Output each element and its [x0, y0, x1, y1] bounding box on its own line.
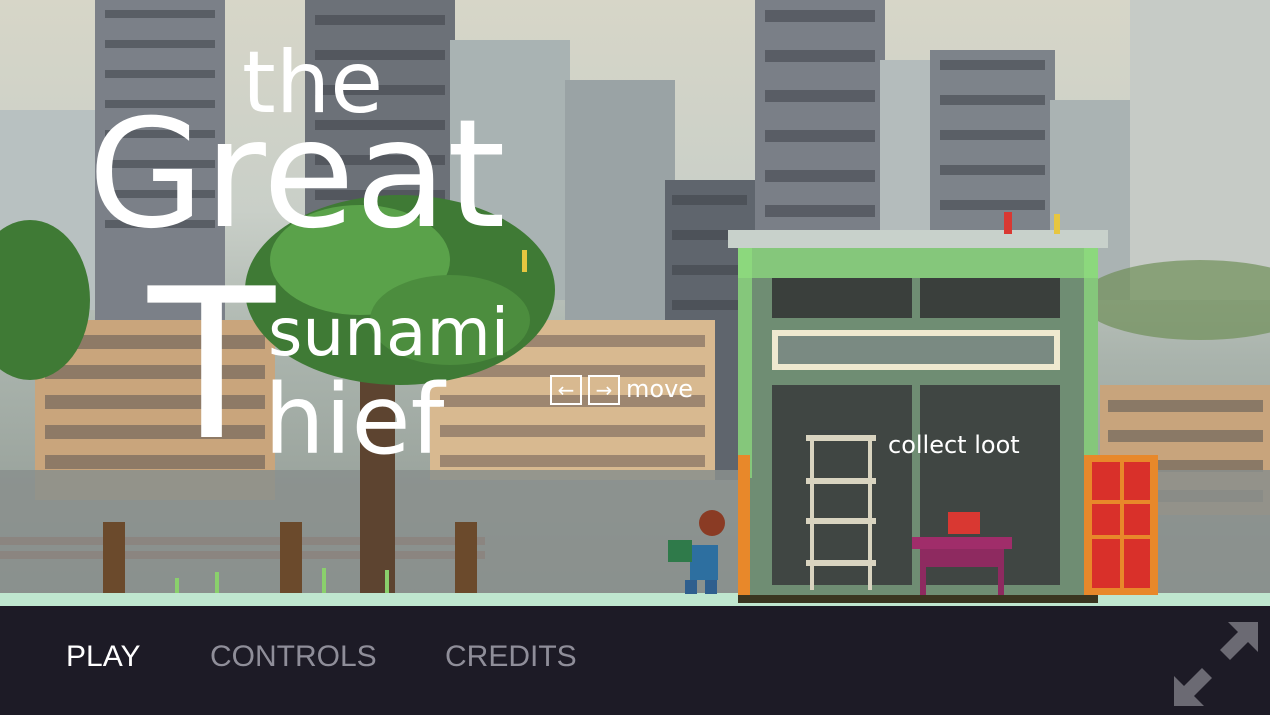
game-screen: the Great T sunami hief ← → move collect l…	[0, 0, 1270, 715]
title-initial-t: T	[148, 245, 276, 487]
collect-loot-hint: collect loot	[888, 431, 1020, 459]
credits-button[interactable]: CREDITS	[445, 640, 577, 674]
left-arrow-key: ←	[550, 375, 582, 405]
controls-button[interactable]: CONTROLS	[210, 640, 377, 674]
move-hint-label: move	[626, 375, 694, 403]
right-arrow-key: →	[588, 375, 620, 405]
play-button[interactable]: PLAY	[66, 640, 141, 674]
title-sunami: sunami	[268, 294, 510, 371]
game-scene: the Great T sunami hief ← → move collect l…	[0, 0, 1270, 603]
main-menu-bar: PLAY CONTROLS CREDITS	[0, 603, 1270, 715]
move-hint: ← → move	[550, 375, 693, 405]
fullscreen-icon[interactable]	[1170, 618, 1262, 710]
title-great: Great	[88, 88, 506, 262]
title-hief: hief	[264, 364, 445, 476]
